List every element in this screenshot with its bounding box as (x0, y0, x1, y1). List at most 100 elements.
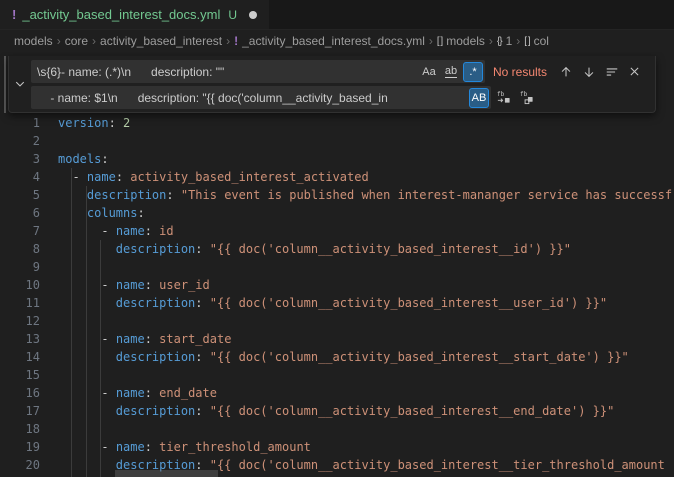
array-symbol-icon: [ ] (437, 36, 442, 47)
code-line: 18 (0, 420, 674, 438)
code-line: 11 description: "{{ doc('column__activit… (0, 294, 674, 312)
line-number: 13 (0, 330, 40, 348)
replace-icon: fb (496, 90, 511, 105)
line-content: version: 2 (40, 114, 130, 132)
line-content: - name: end_date (40, 384, 217, 402)
match-case-toggle[interactable]: Aa (419, 62, 439, 82)
modified-dot-icon[interactable] (249, 11, 257, 19)
breadcrumb-label: _activity_based_interest_docs.yml (242, 34, 425, 48)
code-area[interactable]: 1version: 223models:4 - name: activity_b… (0, 114, 674, 474)
code-line: 8 description: "{{ doc('column__activity… (0, 240, 674, 258)
close-icon (628, 65, 641, 78)
line-content: - name: id (40, 222, 174, 240)
line-number: 4 (0, 168, 40, 186)
previous-match-button[interactable] (555, 61, 576, 82)
breadcrumb-item[interactable]: models (14, 34, 53, 48)
line-number: 2 (0, 132, 40, 150)
line-number: 12 (0, 312, 40, 330)
line-number: 18 (0, 420, 40, 438)
line-number: 6 (0, 204, 40, 222)
breadcrumb-item[interactable]: [ ] models (437, 34, 485, 48)
line-content: - name: user_id (40, 276, 210, 294)
yaml-file-icon: ! (12, 7, 16, 22)
line-number: 17 (0, 402, 40, 420)
find-input-box: Aa ab .* (31, 60, 485, 83)
editor-pane[interactable]: 1version: 223models:4 - name: activity_b… (0, 52, 674, 477)
toggle-replace-button[interactable] (9, 56, 31, 112)
replace-input-box: AB (31, 86, 491, 109)
replace-input[interactable] (31, 91, 469, 105)
breadcrumb-separator: › (57, 34, 61, 48)
code-line: 13 - name: start_date (0, 330, 674, 348)
tab-active-file[interactable]: ! _activity_based_interest_docs.yml U (0, 0, 269, 29)
code-line: 16 - name: end_date (0, 384, 674, 402)
code-line: 12 (0, 312, 674, 330)
tab-filename: _activity_based_interest_docs.yml (22, 7, 220, 22)
breadcrumb-separator: › (516, 34, 520, 48)
line-number: 10 (0, 276, 40, 294)
list-selection-icon (605, 65, 619, 79)
close-find-button[interactable] (624, 61, 645, 82)
svg-text:fb: fb (520, 91, 528, 98)
code-line: 2 (0, 132, 674, 150)
line-number: 7 (0, 222, 40, 240)
replace-all-icon: fb (519, 90, 534, 105)
line-content: description: "{{ doc('column__activity_b… (40, 240, 571, 258)
breadcrumb-item[interactable]: {} 1 (497, 34, 512, 48)
line-content: description: "This event is published wh… (40, 186, 672, 204)
breadcrumb-item[interactable]: core (65, 34, 88, 48)
line-number: 15 (0, 366, 40, 384)
code-line: 6 columns: (0, 204, 674, 222)
next-match-button[interactable] (578, 61, 599, 82)
line-number: 14 (0, 348, 40, 366)
chevron-down-icon (14, 78, 26, 90)
replace-button[interactable]: fb (493, 87, 514, 108)
horizontal-scrollbar[interactable] (115, 470, 218, 477)
find-widget-sash[interactable] (4, 56, 6, 113)
line-content: description: "{{ doc('column__activity_b… (40, 348, 629, 366)
whole-word-toggle[interactable]: ab (441, 62, 461, 82)
breadcrumb-item[interactable]: ! _activity_based_interest_docs.yml (234, 34, 425, 48)
breadcrumb-item[interactable]: activity_based_interest (100, 34, 222, 48)
object-symbol-icon: {} (497, 36, 502, 47)
breadcrumb-separator: › (226, 34, 230, 48)
breadcrumb-label: col (534, 34, 549, 48)
line-content: description: "{{ doc('column__activity_b… (40, 402, 614, 420)
line-content (40, 132, 58, 150)
line-content: description: "{{ doc('column__activity_b… (40, 294, 607, 312)
breadcrumb-label: models (14, 34, 53, 48)
regex-toggle[interactable]: .* (463, 62, 483, 82)
preserve-case-toggle[interactable]: AB (469, 88, 489, 108)
line-content (40, 366, 58, 384)
breadcrumb-separator: › (429, 34, 433, 48)
line-number: 11 (0, 294, 40, 312)
yaml-symbol-icon: ! (234, 34, 238, 48)
find-input[interactable] (31, 65, 419, 79)
code-line: 9 (0, 258, 674, 276)
line-content: - name: tier_threshold_amount (40, 438, 311, 456)
line-content: models: (40, 150, 109, 168)
breadcrumb-label: core (65, 34, 88, 48)
code-line: 4 - name: activity_based_interest_activa… (0, 168, 674, 186)
find-row: Aa ab .* No results (31, 60, 651, 83)
code-line: 15 (0, 366, 674, 384)
line-content: - name: activity_based_interest_activate… (40, 168, 369, 186)
breadcrumb-label: 1 (506, 34, 513, 48)
code-line: 7 - name: id (0, 222, 674, 240)
line-number: 9 (0, 258, 40, 276)
line-number: 19 (0, 438, 40, 456)
line-content (40, 420, 58, 438)
tab-bar: ! _activity_based_interest_docs.yml U (0, 0, 674, 30)
line-number: 8 (0, 240, 40, 258)
line-number: 20 (0, 456, 40, 474)
breadcrumb-label: models (446, 34, 485, 48)
breadcrumb: models › core › activity_based_interest ›! _ac… (0, 30, 674, 52)
line-number: 1 (0, 114, 40, 132)
code-line: 20 description: "{{ doc('column__activit… (0, 456, 674, 474)
git-status-badge: U (228, 8, 237, 22)
breadcrumb-item[interactable]: [ ]col (524, 34, 549, 48)
find-in-selection-button[interactable] (601, 61, 622, 82)
arrow-down-icon (582, 65, 596, 79)
line-number: 3 (0, 150, 40, 168)
replace-all-button[interactable]: fb (516, 87, 537, 108)
